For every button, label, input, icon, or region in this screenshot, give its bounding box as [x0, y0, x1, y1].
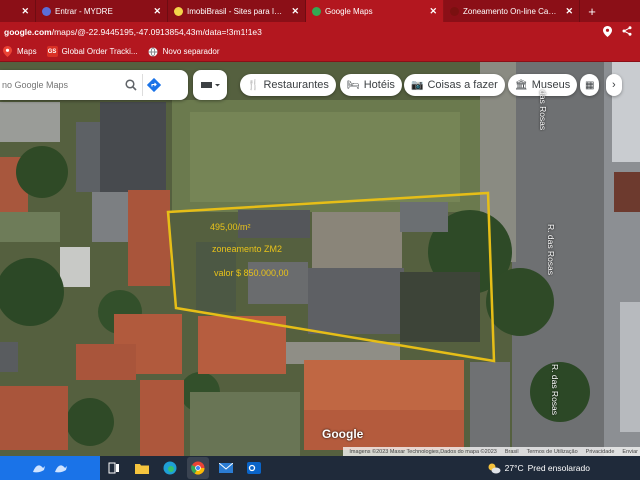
weather-desc: Pred ensolarado [527, 463, 590, 473]
zoneamento-favicon-icon [450, 6, 459, 16]
fork-knife-icon: 🍴 [247, 79, 260, 91]
tab-zoneamento[interactable]: Zoneamento On-line Camp ✕ [444, 0, 580, 22]
gos-icon: GS [46, 46, 58, 57]
chip-more[interactable]: ▦ [580, 74, 600, 96]
more-chips-icon: ▦ [585, 79, 595, 91]
chip-label: Hotéis [363, 79, 395, 91]
google-logo: Google [322, 427, 364, 441]
share-icon[interactable] [622, 25, 632, 39]
file-explorer-icon[interactable] [131, 457, 153, 479]
chip-restaurantes[interactable]: 🍴 Restaurantes [240, 74, 336, 96]
chip-coisas-a-fazer[interactable]: 📷 Coisas a fazer [404, 74, 505, 96]
new-tab-button[interactable]: + [580, 0, 604, 22]
chips-next-button[interactable]: › [606, 74, 622, 96]
search-input[interactable] [0, 80, 120, 90]
feedback-link[interactable]: Enviar [622, 449, 638, 455]
bird-icon [33, 465, 45, 473]
partly-sunny-icon [488, 463, 501, 474]
address-bar[interactable]: google.com/maps/@-22.9445195,-47.0913854… [0, 22, 640, 42]
close-icon[interactable]: ✕ [153, 6, 161, 17]
imagery-credit: Imagens ©2023 Maxar Technologies,Dados d… [349, 448, 497, 455]
chrome-icon[interactable] [187, 457, 209, 479]
close-icon[interactable]: ✕ [291, 6, 299, 17]
value-label: valor $ 850.000,00 [214, 268, 289, 278]
chip-label: Restaurantes [263, 79, 329, 91]
bird-icon [55, 465, 67, 473]
street-label: R. das Rosas [550, 364, 560, 416]
tab-title: Google Maps [325, 6, 373, 16]
terms-link[interactable]: Termos de Utilização [527, 449, 578, 455]
country-label: Brasil [504, 448, 519, 455]
map-canvas[interactable]: 🍴 Restaurantes 🛏 Hotéis 📷 Coisas a fazer… [0, 62, 640, 456]
address-icons [603, 25, 636, 39]
close-icon[interactable]: ✕ [565, 6, 573, 17]
bookmark-maps[interactable]: Maps [2, 46, 37, 57]
tab-title: Zoneamento On-line Camp [463, 6, 560, 16]
layers-button[interactable] [193, 70, 227, 100]
taskbar-widget[interactable] [0, 456, 100, 480]
url-path: /maps/@-22.9445195,-47.0913854,43m/data=… [51, 27, 262, 37]
imobibrasil-favicon-icon [174, 6, 183, 16]
map-attribution: Imagens ©2023 Maxar Technologies,Dados d… [343, 447, 640, 456]
bookmark-label: Maps [17, 47, 37, 56]
bed-icon: 🛏 [347, 79, 360, 91]
weather-temp: 27°C [504, 463, 524, 473]
outlook-icon[interactable] [243, 457, 265, 479]
url-text[interactable]: google.com/maps/@-22.9445195,-47.0913854… [4, 27, 603, 37]
privacy-link[interactable]: Privacidade [586, 449, 615, 455]
edge-icon[interactable] [159, 457, 181, 479]
tab-title: ImobiBrasil - Sites para Imob [187, 6, 286, 16]
chevron-right-icon: › [612, 79, 616, 91]
url-domain: google.com [4, 27, 52, 37]
mydre-favicon-icon [42, 6, 51, 16]
museum-icon: 🏛 [515, 79, 528, 91]
tab-mydre[interactable]: Entrar - MYDRE ✕ [36, 0, 168, 22]
bookmark-global-order[interactable]: GS Global Order Tracki... [46, 46, 138, 57]
layers-icon [201, 82, 220, 88]
window-controls [634, 0, 640, 22]
mail-icon[interactable] [215, 457, 237, 479]
bookmark-label: Novo separador [162, 47, 220, 56]
tab-google-maps[interactable]: Google Maps ✕ [306, 0, 444, 22]
directions-icon[interactable] [142, 74, 164, 96]
tab-title: Entrar - MYDRE [55, 6, 113, 16]
taskbar: 27°C Pred ensolarado [0, 456, 640, 480]
tab-bar: ✕ Entrar - MYDRE ✕ ImobiBrasil - Sites p… [0, 0, 640, 22]
globe-icon [148, 46, 159, 57]
search-box[interactable] [0, 70, 188, 100]
street-label: R. das Rosas [546, 224, 556, 276]
tab-imobibrasil[interactable]: ImobiBrasil - Sites para Imob ✕ [168, 0, 306, 22]
bookmark-label: Global Order Tracki... [61, 47, 138, 56]
tab-0[interactable]: ✕ [0, 0, 36, 22]
bookmarks-bar: Maps GS Global Order Tracki... Novo sepa… [0, 42, 640, 62]
street-label: das Rosas [538, 90, 548, 131]
search-icon[interactable] [120, 79, 142, 91]
close-icon[interactable]: ✕ [429, 6, 437, 17]
chip-label: Coisas a fazer [427, 79, 498, 91]
maps-icon [2, 46, 13, 57]
price-per-m2-label: 495,00/m² [210, 222, 251, 232]
weather-widget[interactable]: 27°C Pred ensolarado [487, 456, 590, 480]
camera-icon: 📷 [411, 79, 424, 91]
task-view-icon[interactable] [103, 457, 125, 479]
location-pin-icon[interactable] [603, 25, 612, 39]
bookmark-novo-separador[interactable]: Novo separador [148, 46, 220, 57]
maps-favicon-icon [312, 6, 321, 16]
chip-hoteis[interactable]: 🛏 Hotéis [340, 74, 402, 96]
close-icon[interactable]: ✕ [21, 6, 29, 17]
zoning-label: zoneamento ZM2 [212, 244, 283, 254]
